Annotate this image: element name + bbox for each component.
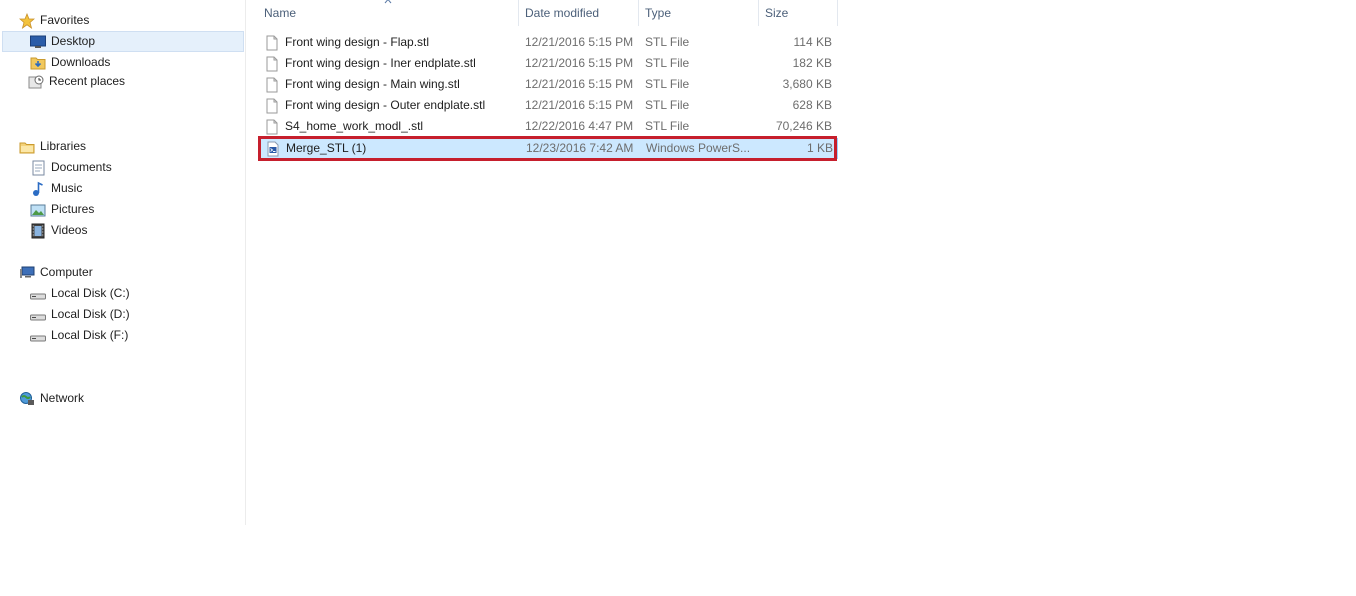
documents-icon	[30, 160, 46, 176]
music-icon	[30, 181, 46, 197]
nav-item-local-disk-c[interactable]: Local Disk (C:)	[30, 283, 130, 304]
nav-computer-label: Computer	[40, 265, 93, 279]
navigation-pane: Favorites Desktop Downloads Recent place…	[0, 0, 246, 525]
file-size: 114 KB	[793, 35, 832, 49]
column-header-size-label: Size	[765, 6, 789, 20]
file-name: Front wing design - Main wing.stl	[285, 77, 460, 91]
nav-item-local-disk-f[interactable]: Local Disk (F:)	[30, 325, 128, 346]
nav-item-desktop[interactable]: Desktop	[2, 31, 244, 52]
column-header-type-label: Type	[645, 6, 672, 20]
nav-item-documents[interactable]: Documents	[30, 157, 112, 178]
nav-libraries[interactable]: Libraries	[19, 136, 86, 157]
nav-item-downloads-label: Downloads	[51, 55, 111, 69]
file-type: STL File	[645, 77, 690, 91]
nav-libraries-label: Libraries	[40, 139, 87, 153]
nav-favorites-label: Favorites	[40, 13, 90, 27]
explorer-window: Favorites Desktop Downloads Recent place…	[0, 0, 1356, 596]
drive-icon	[30, 328, 46, 344]
file-size: 1 KB	[806, 141, 833, 155]
computer-icon	[19, 265, 35, 281]
file-type: STL File	[645, 98, 690, 112]
stl-file-icon	[264, 56, 280, 72]
file-date-modified: 12/21/2016 5:15 PM	[525, 77, 634, 91]
stl-file-icon	[264, 77, 280, 93]
downloads-folder-icon	[30, 55, 46, 71]
column-header-type[interactable]: Type	[639, 0, 759, 26]
file-row-selected[interactable]: Merge_STL (1) 12/23/2016 7:42 AM Windows…	[258, 138, 838, 159]
nav-item-local-disk-d[interactable]: Local Disk (D:)	[30, 304, 130, 325]
file-row[interactable]: S4_home_work_modl_.stl 12/22/2016 4:47 P…	[258, 116, 838, 137]
nav-item-local-disk-c-label: Local Disk (C:)	[51, 286, 130, 300]
column-header-date-modified[interactable]: Date modified	[519, 0, 639, 26]
nav-item-videos[interactable]: Videos	[30, 220, 87, 241]
file-size: 3,680 KB	[782, 77, 832, 91]
file-type: STL File	[645, 56, 690, 70]
stl-file-icon	[264, 35, 280, 51]
column-header-bar: Name Date modified Type Size	[258, 0, 838, 28]
network-icon	[19, 391, 35, 407]
file-type: Windows PowerS...	[646, 141, 751, 155]
recent-places-icon	[28, 74, 44, 90]
file-row[interactable]: Front wing design - Outer endplate.stl 1…	[258, 95, 838, 116]
nav-computer[interactable]: Computer	[19, 262, 93, 283]
nav-item-local-disk-f-label: Local Disk (F:)	[51, 328, 129, 342]
file-name: Front wing design - Flap.stl	[285, 35, 430, 49]
column-header-name-label: Name	[264, 6, 297, 20]
file-size: 628 KB	[792, 98, 832, 112]
nav-network[interactable]: Network	[19, 388, 84, 409]
nav-item-recent-places[interactable]: Recent places	[28, 71, 125, 92]
file-name: S4_home_work_modl_.stl	[285, 119, 424, 133]
nav-favorites[interactable]: Favorites	[19, 10, 89, 31]
stl-file-icon	[264, 98, 280, 114]
file-row[interactable]: Front wing design - Iner endplate.stl 12…	[258, 53, 838, 74]
nav-item-documents-label: Documents	[51, 160, 112, 174]
desktop-icon	[30, 34, 46, 50]
file-row[interactable]: Front wing design - Main wing.stl 12/21/…	[258, 74, 838, 95]
file-date-modified: 12/21/2016 5:15 PM	[525, 98, 634, 112]
file-size: 70,246 KB	[775, 119, 832, 133]
file-name: Front wing design - Outer endplate.stl	[285, 98, 486, 112]
nav-item-recent-places-label: Recent places	[49, 74, 126, 88]
videos-icon	[30, 223, 46, 239]
sort-ascending-icon	[384, 0, 392, 4]
nav-item-music-label: Music	[51, 181, 83, 195]
nav-network-label: Network	[40, 391, 85, 405]
file-list-pane: Name Date modified Type Size Front wing …	[246, 0, 846, 525]
file-name: Merge_STL (1)	[286, 141, 367, 155]
file-row[interactable]: Front wing design - Flap.stl 12/21/2016 …	[258, 32, 838, 53]
nav-item-downloads[interactable]: Downloads	[30, 52, 110, 73]
file-date-modified: 12/21/2016 5:15 PM	[525, 35, 634, 49]
nav-item-local-disk-d-label: Local Disk (D:)	[51, 307, 130, 321]
powershell-script-icon	[265, 141, 281, 157]
star-icon	[19, 12, 35, 29]
file-type: STL File	[645, 119, 690, 133]
file-date-modified: 12/23/2016 7:42 AM	[526, 141, 634, 155]
file-date-modified: 12/21/2016 5:15 PM	[525, 56, 634, 70]
drive-icon	[30, 307, 46, 323]
nav-item-pictures-label: Pictures	[51, 202, 95, 216]
file-name: Front wing design - Iner endplate.stl	[285, 56, 476, 70]
column-header-name[interactable]: Name	[258, 0, 519, 26]
libraries-icon	[19, 139, 35, 155]
column-header-date-label: Date modified	[525, 6, 600, 20]
nav-item-pictures[interactable]: Pictures	[30, 199, 94, 220]
file-size: 182 KB	[792, 56, 832, 70]
file-type: STL File	[645, 35, 690, 49]
nav-item-videos-label: Videos	[51, 223, 88, 237]
pictures-icon	[30, 202, 46, 218]
nav-item-desktop-label: Desktop	[51, 34, 96, 48]
drive-icon	[30, 286, 46, 302]
nav-item-music[interactable]: Music	[30, 178, 82, 199]
file-date-modified: 12/22/2016 4:47 PM	[525, 119, 634, 133]
column-header-size[interactable]: Size	[759, 0, 838, 26]
stl-file-icon	[264, 119, 280, 135]
